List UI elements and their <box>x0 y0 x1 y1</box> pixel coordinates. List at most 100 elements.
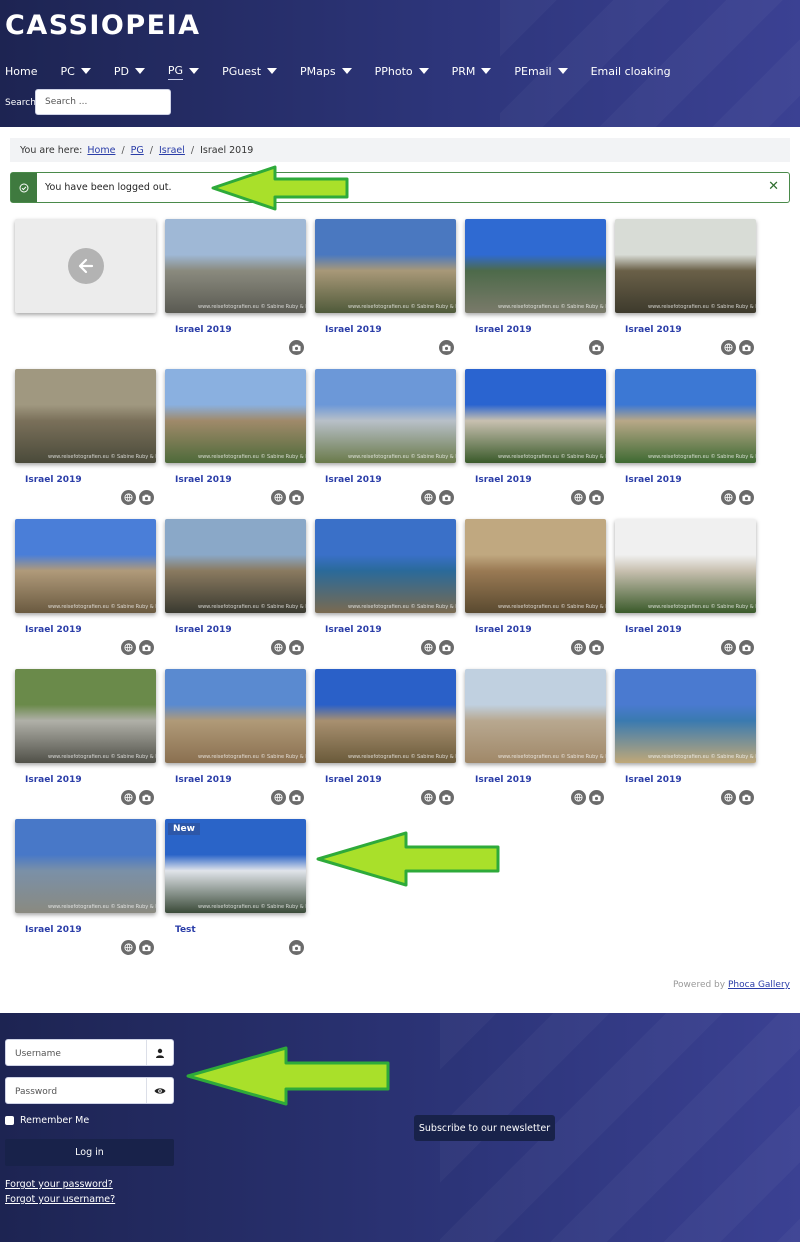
nav-item-pg[interactable]: PG <box>167 62 200 80</box>
gallery-item-caption[interactable]: Israel 2019 <box>325 625 382 635</box>
username-input[interactable] <box>6 1040 157 1067</box>
globe-icon[interactable] <box>571 640 586 655</box>
camera-icon[interactable] <box>289 340 304 355</box>
gallery-item-caption[interactable]: Israel 2019 <box>25 925 82 935</box>
caret-down-icon[interactable] <box>481 68 492 74</box>
globe-icon[interactable] <box>571 790 586 805</box>
globe-icon[interactable] <box>121 490 136 505</box>
breadcrumb-link-home[interactable]: Home <box>87 145 115 156</box>
login-button[interactable]: Log in <box>5 1139 174 1166</box>
globe-icon[interactable] <box>721 340 736 355</box>
camera-icon[interactable] <box>589 490 604 505</box>
nav-item-pguest[interactable]: PGuest <box>222 63 278 80</box>
password-input[interactable] <box>6 1078 157 1105</box>
camera-icon[interactable] <box>139 640 154 655</box>
gallery-image[interactable]: www.reisefotografien.eu © Sabine Ruby & … <box>465 669 606 763</box>
globe-icon[interactable] <box>271 490 286 505</box>
camera-icon[interactable] <box>589 640 604 655</box>
gallery-item-caption[interactable]: Israel 2019 <box>175 775 232 785</box>
gallery-image[interactable]: www.reisefotografien.eu © Sabine Ruby & … <box>615 219 756 313</box>
gallery-item-caption[interactable]: Israel 2019 <box>175 475 232 485</box>
nav-item-prm[interactable]: PRM <box>452 63 492 80</box>
caret-down-icon[interactable] <box>557 68 568 74</box>
gallery-image[interactable]: www.reisefotografien.eu © Sabine Ruby & … <box>465 219 606 313</box>
breadcrumb-link-pg[interactable]: PG <box>131 145 144 156</box>
phoca-gallery-link[interactable]: Phoca Gallery <box>728 980 790 990</box>
camera-icon[interactable] <box>139 790 154 805</box>
nav-item-pphoto[interactable]: PPhoto <box>375 63 429 80</box>
camera-icon[interactable] <box>739 790 754 805</box>
nav-item-pemail[interactable]: PEmail <box>514 63 568 80</box>
nav-item-home[interactable]: Home <box>5 63 37 80</box>
camera-icon[interactable] <box>289 490 304 505</box>
eye-icon[interactable] <box>146 1078 173 1103</box>
gallery-image[interactable]: www.reisefotografien.eu © Sabine Ruby & … <box>315 669 456 763</box>
gallery-item-caption[interactable]: Israel 2019 <box>325 325 382 335</box>
camera-icon[interactable] <box>289 640 304 655</box>
camera-icon[interactable] <box>289 940 304 955</box>
gallery-image[interactable]: www.reisefotografien.eu © Sabine Ruby & … <box>15 669 156 763</box>
alert-close-button[interactable]: ✕ <box>768 179 779 194</box>
gallery-image[interactable]: www.reisefotografien.eu © Sabine Ruby & … <box>615 669 756 763</box>
gallery-image[interactable]: www.reisefotografien.eu © Sabine Ruby & … <box>165 369 306 463</box>
site-brand[interactable]: CASSIOPEIA <box>5 10 201 41</box>
gallery-image[interactable]: www.reisefotografien.eu © Sabine Ruby & … <box>315 219 456 313</box>
gallery-item-caption[interactable]: Test <box>175 925 196 935</box>
globe-icon[interactable] <box>271 640 286 655</box>
forgot-password-link[interactable]: Forgot your password? <box>5 1179 113 1190</box>
camera-icon[interactable] <box>289 790 304 805</box>
globe-icon[interactable] <box>271 790 286 805</box>
globe-icon[interactable] <box>571 490 586 505</box>
gallery-item-caption[interactable]: Israel 2019 <box>175 625 232 635</box>
caret-down-icon[interactable] <box>418 68 429 74</box>
gallery-item-caption[interactable]: Israel 2019 <box>475 775 532 785</box>
gallery-image[interactable]: www.reisefotografien.eu © Sabine Ruby & … <box>165 219 306 313</box>
subscribe-newsletter-button[interactable]: Subscribe to our newsletter <box>414 1115 555 1141</box>
gallery-item-caption[interactable]: Israel 2019 <box>475 625 532 635</box>
globe-icon[interactable] <box>721 490 736 505</box>
caret-down-icon[interactable] <box>267 68 278 74</box>
camera-icon[interactable] <box>439 490 454 505</box>
camera-icon[interactable] <box>439 790 454 805</box>
forgot-username-link[interactable]: Forgot your username? <box>5 1194 115 1205</box>
gallery-image[interactable]: www.reisefotografien.eu © Sabine Ruby & … <box>615 369 756 463</box>
gallery-item-caption[interactable]: Israel 2019 <box>25 775 82 785</box>
gallery-item-caption[interactable]: Israel 2019 <box>625 325 682 335</box>
gallery-item-caption[interactable]: Israel 2019 <box>325 475 382 485</box>
gallery-image[interactable]: www.reisefotografien.eu © Sabine Ruby & … <box>315 369 456 463</box>
gallery-image[interactable]: www.reisefotografien.eu © Sabine Ruby & … <box>165 669 306 763</box>
gallery-item-caption[interactable]: Israel 2019 <box>625 625 682 635</box>
camera-icon[interactable] <box>739 340 754 355</box>
camera-icon[interactable] <box>439 640 454 655</box>
caret-down-icon[interactable] <box>189 68 200 74</box>
caret-down-icon[interactable] <box>341 68 352 74</box>
nav-item-pc[interactable]: PC <box>60 63 91 80</box>
caret-down-icon[interactable] <box>134 68 145 74</box>
gallery-item-caption[interactable]: Israel 2019 <box>325 775 382 785</box>
gallery-image[interactable]: www.reisefotografien.eu © Sabine Ruby & … <box>465 519 606 613</box>
camera-icon[interactable] <box>589 340 604 355</box>
gallery-image[interactable]: www.reisefotografien.eu © Sabine Ruby & … <box>165 819 306 913</box>
gallery-item-caption[interactable]: Israel 2019 <box>625 775 682 785</box>
globe-icon[interactable] <box>121 790 136 805</box>
gallery-image[interactable]: www.reisefotografien.eu © Sabine Ruby & … <box>15 819 156 913</box>
gallery-image[interactable]: www.reisefotografien.eu © Sabine Ruby & … <box>165 519 306 613</box>
gallery-image[interactable]: www.reisefotografien.eu © Sabine Ruby & … <box>315 519 456 613</box>
camera-icon[interactable] <box>439 340 454 355</box>
gallery-image[interactable]: www.reisefotografien.eu © Sabine Ruby & … <box>465 369 606 463</box>
gallery-item-caption[interactable]: Israel 2019 <box>25 475 82 485</box>
nav-item-pd[interactable]: PD <box>114 63 145 80</box>
globe-icon[interactable] <box>721 790 736 805</box>
gallery-item-caption[interactable]: Israel 2019 <box>175 325 232 335</box>
nav-item-pmaps[interactable]: PMaps <box>300 63 352 80</box>
back-button[interactable] <box>15 219 156 313</box>
camera-icon[interactable] <box>739 640 754 655</box>
gallery-item-caption[interactable]: Israel 2019 <box>25 625 82 635</box>
globe-icon[interactable] <box>121 940 136 955</box>
breadcrumb-link-israel[interactable]: Israel <box>159 145 185 156</box>
search-input[interactable] <box>35 89 171 115</box>
globe-icon[interactable] <box>421 490 436 505</box>
globe-icon[interactable] <box>721 640 736 655</box>
remember-me-checkbox[interactable] <box>5 1116 14 1125</box>
gallery-item-caption[interactable]: Israel 2019 <box>625 475 682 485</box>
